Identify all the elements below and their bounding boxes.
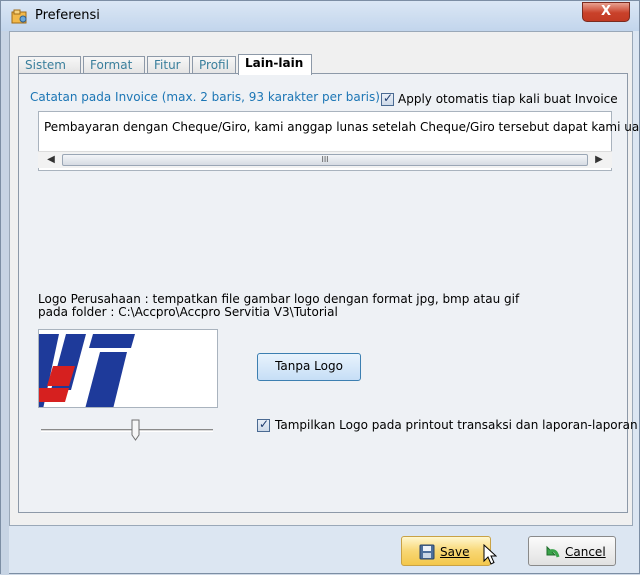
- logo-instructions: Logo Perusahaan : tempatkan file gambar …: [38, 293, 519, 319]
- scroll-right-icon[interactable]: ▶: [592, 153, 606, 167]
- cancel-button[interactable]: Cancel: [528, 536, 616, 566]
- checkmark-icon: ✓: [259, 417, 270, 431]
- tab-sistem[interactable]: Sistem: [18, 56, 81, 74]
- no-logo-button-label: Tanpa Logo: [275, 359, 343, 373]
- tab-label: Fitur: [154, 58, 181, 72]
- scroll-thumb[interactable]: III: [62, 154, 588, 166]
- tab-profil[interactable]: Profil: [192, 56, 236, 74]
- window-title: Preferensi: [35, 8, 100, 23]
- close-icon: X: [600, 4, 612, 19]
- save-button-label: Save: [440, 545, 470, 559]
- close-button[interactable]: X: [582, 2, 630, 22]
- auto-apply-checkbox[interactable]: ✓: [381, 91, 394, 106]
- window-frame: [1, 31, 9, 575]
- horizontal-scrollbar[interactable]: ◀ III ▶: [38, 151, 612, 168]
- app-icon: [11, 9, 27, 24]
- tab-label: Sistem: [25, 58, 66, 72]
- preferences-window: Preferensi X Sistem Format Fitur Profil …: [0, 0, 640, 575]
- save-button[interactable]: Save: [401, 536, 491, 566]
- logo-size-slider-thumb[interactable]: [131, 419, 140, 441]
- scroll-grip-icon: III: [321, 155, 329, 164]
- tab-label: Profil: [199, 58, 229, 72]
- tab-label: Format: [90, 58, 133, 72]
- tab-format[interactable]: Format: [83, 56, 145, 74]
- show-logo-on-print-label: Tampilkan Logo pada printout transaksi d…: [275, 418, 638, 432]
- company-logo-image: [39, 334, 135, 407]
- logo-preview: [38, 329, 218, 408]
- floppy-disk-icon: [419, 544, 435, 560]
- auto-apply-label: Apply otomatis tiap kali buat Invoice: [398, 92, 618, 106]
- scroll-left-icon[interactable]: ◀: [44, 153, 58, 167]
- undo-arrow-icon: [546, 545, 560, 558]
- checkmark-icon: ✓: [383, 91, 394, 105]
- invoice-notes-text: Pembayaran dengan Cheque/Giro, kami angg…: [44, 120, 640, 134]
- tab-lain-lain[interactable]: Lain-lain: [238, 54, 312, 75]
- logo-instructions-line2: pada folder : C:\Accpro\Accpro Servitia …: [38, 305, 338, 319]
- show-logo-on-print-checkbox[interactable]: ✓: [257, 417, 270, 432]
- cancel-button-label: Cancel: [565, 545, 606, 559]
- no-logo-button[interactable]: Tanpa Logo: [257, 353, 361, 381]
- mouse-cursor-icon: [483, 544, 497, 565]
- title-bar[interactable]: Preferensi X: [1, 1, 639, 31]
- tab-fitur[interactable]: Fitur: [147, 56, 190, 74]
- invoice-notes-label: Catatan pada Invoice (max. 2 baris, 93 k…: [30, 90, 380, 104]
- tab-label: Lain-lain: [245, 56, 304, 70]
- logo-size-slider-track[interactable]: [41, 429, 213, 432]
